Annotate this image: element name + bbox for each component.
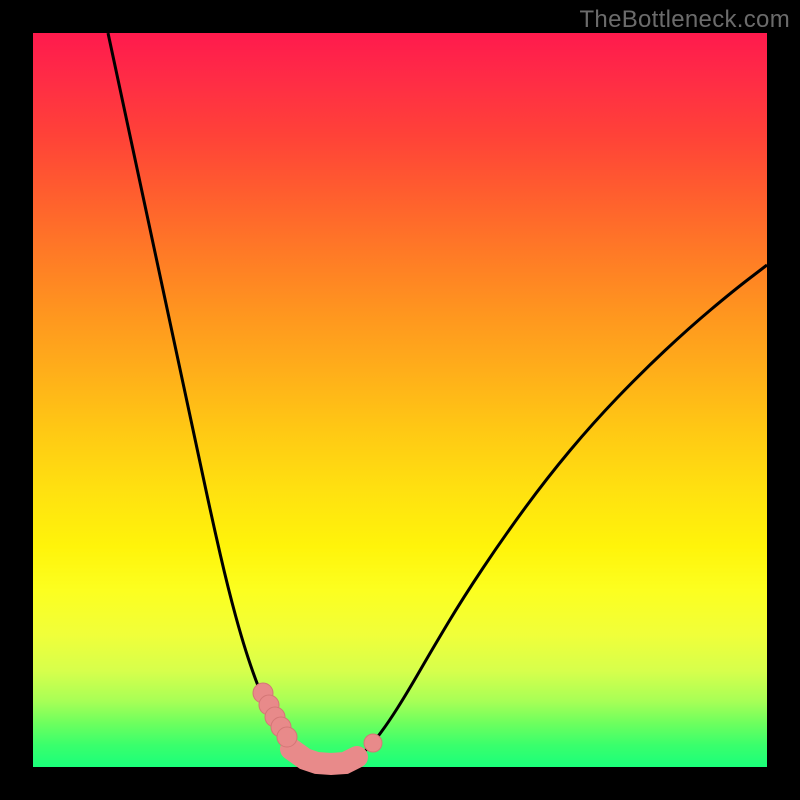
- marker-dot: [277, 727, 297, 747]
- plot-area: [33, 33, 767, 767]
- watermark-text: TheBottleneck.com: [579, 6, 790, 34]
- bottleneck-curve-right: [328, 265, 767, 764]
- chart-frame: TheBottleneck.com: [0, 0, 800, 800]
- curve-overlay: [33, 33, 767, 767]
- bottom-marker-band: [291, 749, 357, 764]
- lone-marker: [364, 734, 382, 752]
- left-marker-cluster: [253, 683, 297, 747]
- bottleneck-curve-left: [108, 33, 328, 764]
